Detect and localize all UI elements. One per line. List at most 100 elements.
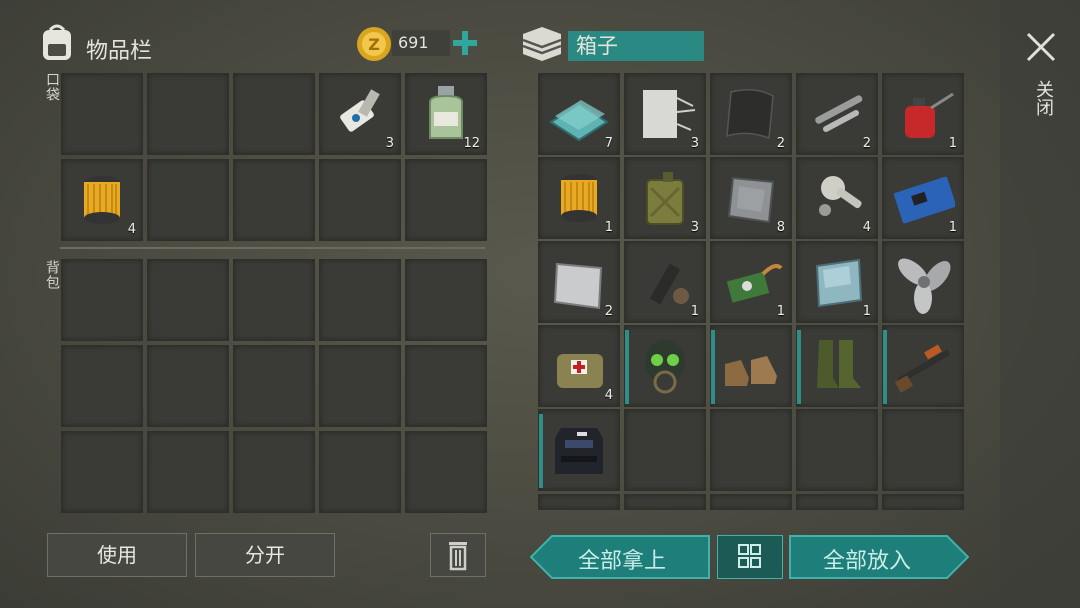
backpack-slot[interactable] [405,345,487,427]
item-count: 1 [604,220,613,235]
box-slot[interactable] [882,325,964,407]
divider [60,247,485,249]
box-slot[interactable]: 2 [796,73,878,155]
propeller-icon [898,258,951,314]
box-slot[interactable]: 3 [624,157,706,239]
backpack-slot[interactable] [233,259,315,341]
steel-sheet-icon [553,262,603,310]
pocket-slot[interactable] [147,73,229,155]
box-slot[interactable] [796,325,878,407]
pocket-label: 口袋 [44,72,60,102]
boots-icon [725,356,777,386]
box-slot[interactable]: 2 [710,73,792,155]
backpack-label: 背包 [44,260,60,290]
pocket-slot[interactable] [233,73,315,155]
backpack-slot[interactable] [147,431,229,513]
box-slot[interactable] [882,494,964,510]
item-count: 2 [604,304,613,319]
box-slot[interactable] [624,409,706,491]
pocket-slot[interactable] [233,159,315,241]
box-slot[interactable]: 1 [796,241,878,323]
box-slot[interactable]: 8 [710,157,792,239]
oil-can-icon [905,92,954,138]
pocket-slot[interactable] [319,159,401,241]
box-slot[interactable] [624,325,706,407]
box-slot[interactable]: 1 [538,157,620,239]
box-slot[interactable] [796,409,878,491]
box-title: 箱子 [568,31,704,61]
pocket-slot[interactable] [61,73,143,155]
circuit-board-icon [893,176,955,224]
pocket-slot[interactable]: 3 [319,73,401,155]
close-label[interactable]: 关闭 [1030,80,1056,116]
put-all-button[interactable]: 全部放入 [789,535,969,579]
backpack-slot[interactable] [319,431,401,513]
pocket-slot[interactable] [147,159,229,241]
equip-marker [797,330,801,404]
equip-marker [883,330,887,404]
item-count: 3 [385,136,394,151]
box-slot[interactable]: 1 [624,241,706,323]
item-count: 3 [690,136,699,151]
box-slot[interactable]: 2 [538,241,620,323]
box-slot[interactable] [882,241,964,323]
item-count: 4 [127,222,136,237]
backpack-slot[interactable] [405,431,487,513]
backpack-icon [38,22,76,62]
box-icon [519,24,565,62]
backpack-slot[interactable] [147,345,229,427]
backpack-slot[interactable] [233,345,315,427]
pipes-icon [815,95,863,132]
item-count: 1 [776,304,785,319]
box-slot[interactable] [538,494,620,510]
backpack-slot[interactable] [147,259,229,341]
trash-button[interactable] [430,533,486,577]
grid-icon [738,544,761,568]
backpack-slot[interactable] [233,431,315,513]
backpack-slot[interactable] [61,345,143,427]
gas-mask-icon [645,340,685,394]
split-button[interactable]: 分开 [195,533,335,577]
metal-plate-icon [727,176,775,224]
sort-button[interactable] [717,535,783,579]
coin-count: 691 [392,30,450,56]
box-slot[interactable] [710,409,792,491]
box-slot[interactable]: 4 [796,157,878,239]
box-slot[interactable]: 1 [882,73,964,155]
use-button[interactable]: 使用 [47,533,187,577]
item-count: 3 [690,220,699,235]
backpack-slot[interactable] [319,345,401,427]
box-slot[interactable] [710,494,792,510]
backpack-slot[interactable] [319,259,401,341]
box-slot[interactable]: 1 [882,157,964,239]
add-coins-button[interactable] [450,28,480,58]
equip-marker [711,330,715,404]
shotgun-icon [894,344,951,393]
box-slot[interactable]: 3 [624,73,706,155]
jerrycan-icon [646,172,684,225]
box-slot[interactable] [882,409,964,491]
pocket-slot[interactable]: 12 [405,73,487,155]
box-slot[interactable]: 1 [710,241,792,323]
box-slot[interactable]: 4 [538,325,620,407]
box-slot[interactable] [796,494,878,510]
glass-pane-icon [549,100,609,142]
take-all-label: 全部拿上 [578,549,667,574]
item-count: 1 [948,136,957,151]
backpack-slot[interactable] [61,259,143,341]
put-all-label: 全部放入 [823,549,912,574]
take-all-button[interactable]: 全部拿上 [530,535,710,579]
box-slot[interactable] [710,325,792,407]
backpack-slot[interactable] [405,259,487,341]
equip-marker [625,330,629,404]
close-button[interactable] [1024,30,1058,64]
chip-icon [726,264,783,303]
pocket-slot[interactable]: 4 [61,159,143,241]
pocket-slot[interactable] [405,159,487,241]
item-count: 4 [862,220,871,235]
backpack-slot[interactable] [61,431,143,513]
gun-parts-icon [636,260,689,305]
box-slot[interactable] [538,409,620,491]
box-slot[interactable]: 7 [538,73,620,155]
box-slot[interactable] [624,494,706,510]
